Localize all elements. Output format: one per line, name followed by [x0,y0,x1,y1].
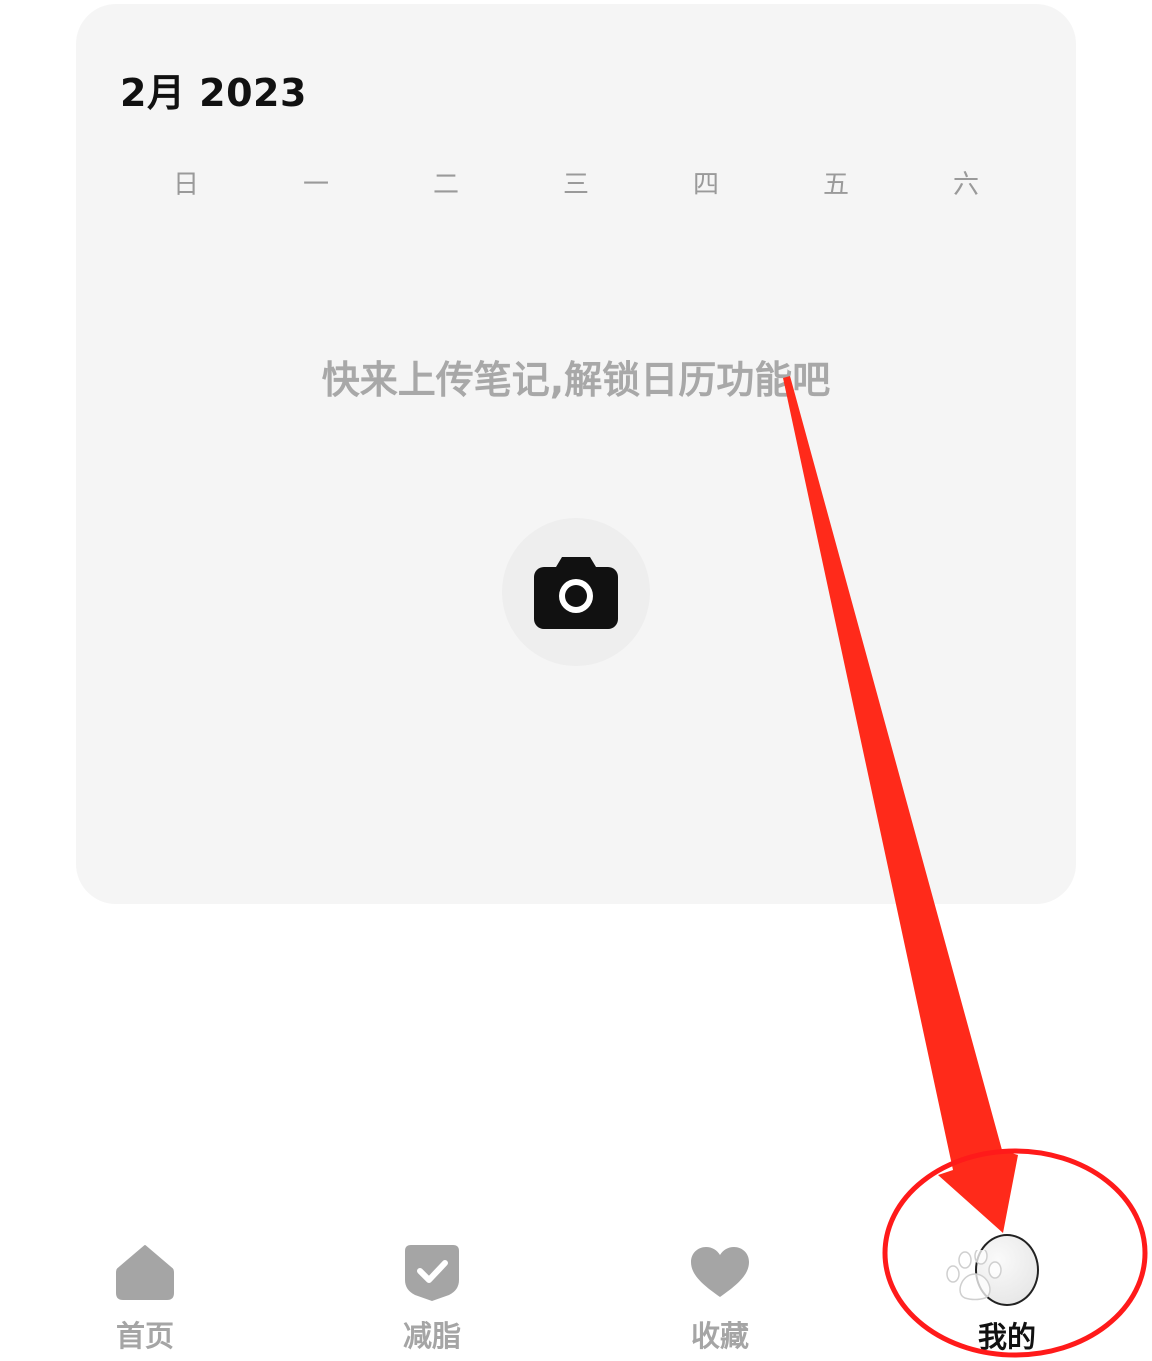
weekday-sunday: 日 [172,170,199,200]
calendar-card: 2月 2023 日 一 二 三 四 五 六 快来上传笔记,解锁日历功能吧 [76,4,1076,904]
avatar-container [975,1234,1039,1306]
bottom-tab-bar: 首页 减脂 收藏 我的 [0,1230,1152,1361]
tab-home[interactable]: 首页 [80,1240,210,1355]
home-icon [113,1240,177,1303]
weekday-monday: 一 [302,170,329,200]
tab-favorites[interactable]: 收藏 [655,1240,785,1355]
empty-calendar-hint: 快来上传笔记,解锁日历功能吧 [321,358,831,402]
shield-check-icon [400,1240,464,1303]
weekday-thursday: 四 [692,170,719,200]
weekday-header-row: 日 一 二 三 四 五 六 [121,164,1031,201]
weekday-tuesday: 二 [432,170,459,200]
weekday-wednesday: 三 [562,170,589,200]
tab-fat-loss-label: 减脂 [402,1319,461,1353]
upload-photo-button[interactable] [502,518,650,666]
tab-me-label: 我的 [977,1320,1036,1354]
month-title[interactable]: 2月 2023 [120,62,307,117]
weekday-saturday: 六 [952,170,979,200]
tab-favorites-label: 收藏 [690,1319,749,1353]
tab-home-label: 首页 [115,1319,174,1353]
avatar [975,1234,1039,1306]
heart-icon [688,1240,752,1303]
tab-me[interactable]: 我的 [942,1234,1072,1355]
tab-fat-loss[interactable]: 减脂 [367,1240,497,1355]
camera-icon [534,557,618,629]
weekday-friday: 五 [822,170,849,200]
